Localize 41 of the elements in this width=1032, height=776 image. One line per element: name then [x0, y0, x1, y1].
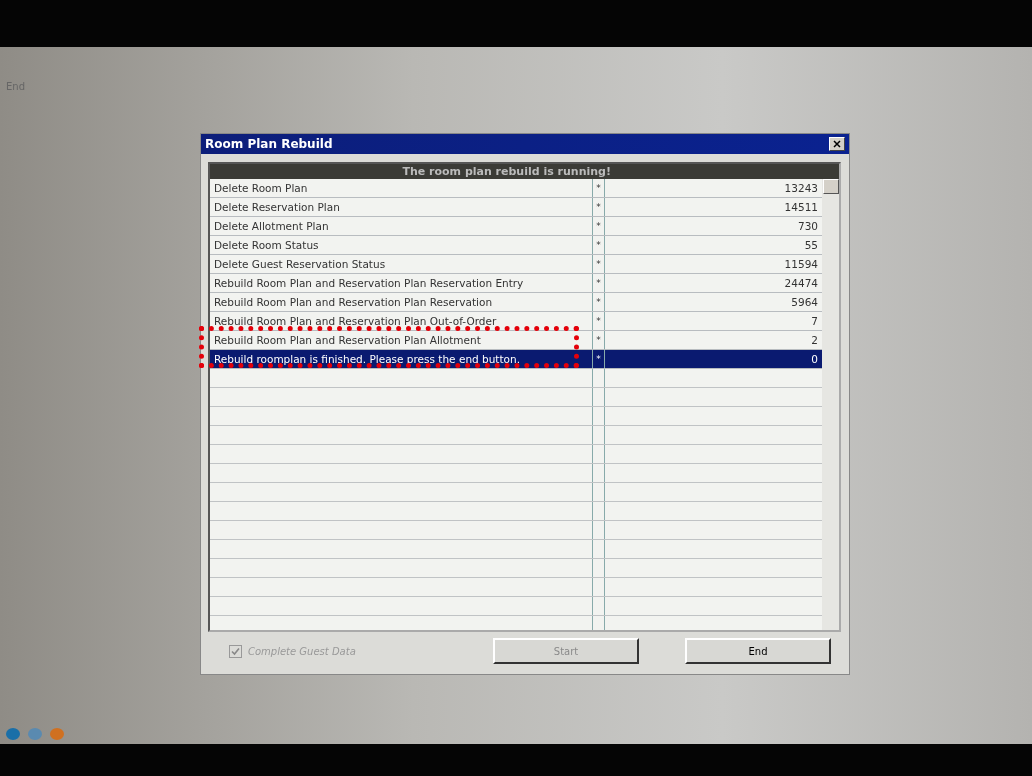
- step-label: Rebuild Room Plan and Reservation Plan Reservation Entry: [213, 276, 525, 291]
- record-count: 2: [810, 333, 819, 348]
- record-count: 13243: [783, 181, 819, 196]
- list-row[interactable]: Delete Allotment Plan * 730: [210, 217, 822, 236]
- end-button[interactable]: End: [685, 638, 831, 664]
- step-label: Delete Room Status: [213, 238, 320, 253]
- close-button[interactable]: [829, 137, 845, 151]
- list-row[interactable]: Rebuild Room Plan and Reservation Plan Out-of-Order * 7: [210, 312, 822, 331]
- step-label: Rebuild Room Plan and Reservation Plan Out-of-Order: [213, 314, 498, 329]
- list-row[interactable]: Delete Room Status * 55: [210, 236, 822, 255]
- record-count: 14511: [783, 200, 819, 215]
- taskbar-app-icon[interactable]: [6, 728, 20, 740]
- scroll-up-button[interactable]: [822, 179, 839, 194]
- step-label: Delete Reservation Plan: [213, 200, 341, 215]
- record-count: 0: [810, 352, 819, 367]
- record-count: 5964: [790, 295, 819, 310]
- taskbar-app-icon[interactable]: [50, 728, 64, 740]
- checkbox[interactable]: [229, 644, 242, 658]
- step-label: Delete Guest Reservation Status: [213, 257, 387, 272]
- step-label: Delete Room Plan: [213, 181, 309, 196]
- record-count: 24474: [783, 276, 819, 291]
- step-label: Rebuild Room Plan and Reservation Plan Reservation: [213, 295, 494, 310]
- close-icon: [833, 140, 841, 148]
- checkbox-label: Complete Guest Data: [248, 645, 356, 657]
- scrollbar[interactable]: [822, 179, 839, 630]
- step-label: Rebuild roomplan is finished. Please press the end button.: [213, 352, 521, 367]
- record-count: 55: [803, 238, 819, 253]
- window-title: Room Plan Rebuild: [205, 137, 333, 151]
- list-row[interactable]: Delete Reservation Plan * 14511: [210, 198, 822, 217]
- taskbar-app-icon[interactable]: [28, 728, 42, 740]
- status-banner: The room plan rebuild is running!: [210, 164, 839, 179]
- step-label: Delete Allotment Plan: [213, 219, 330, 234]
- list-row[interactable]: Rebuild roomplan is finished. Please press the end button. * 0: [210, 350, 822, 369]
- list-row[interactable]: Delete Guest Reservation Status * 11594: [210, 255, 822, 274]
- list-row[interactable]: Delete Room Plan * 13243: [210, 179, 822, 198]
- list-row[interactable]: Rebuild Room Plan and Reservation Plan Reservation Entry * 24474: [210, 274, 822, 293]
- record-count: 7: [810, 314, 819, 329]
- record-count: 730: [796, 219, 819, 234]
- step-label: Rebuild Room Plan and Reservation Plan Allotment: [213, 333, 482, 348]
- list-row[interactable]: Rebuild Room Plan and Reservation Plan Reservation * 5964: [210, 293, 822, 312]
- record-count: 11594: [783, 257, 819, 272]
